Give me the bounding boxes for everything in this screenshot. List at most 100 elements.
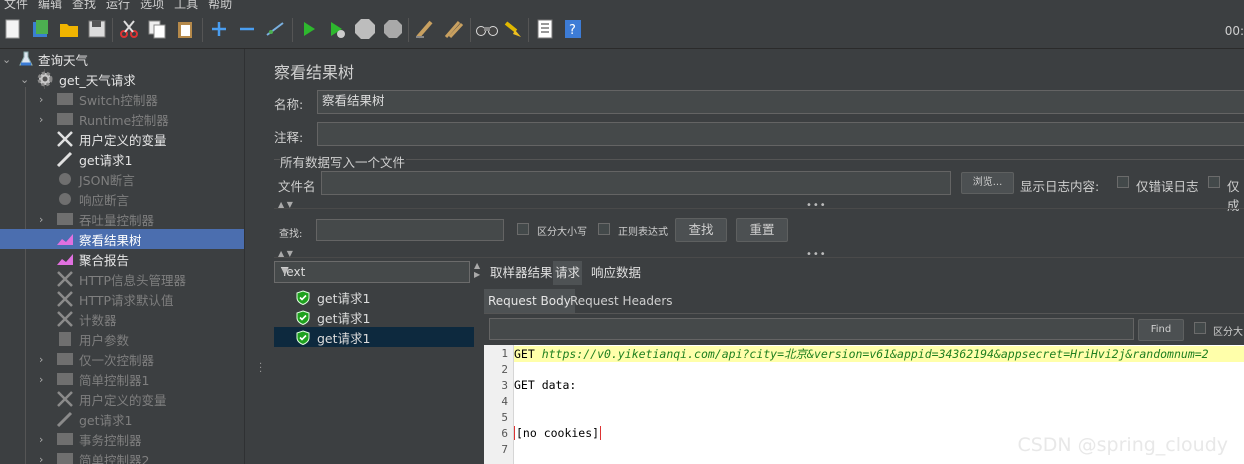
menu-edit[interactable]: 编辑 xyxy=(38,0,62,10)
success-only-checkbox[interactable] xyxy=(1208,176,1220,188)
help-icon[interactable]: ? xyxy=(562,18,584,40)
filename-field[interactable] xyxy=(321,171,951,195)
tree-item-label: 用户参数 xyxy=(79,332,130,348)
regex-checkbox[interactable] xyxy=(598,223,610,235)
result-label: get请求1 xyxy=(317,310,371,326)
flask-icon xyxy=(17,50,35,68)
elapsed-time: 00: xyxy=(1224,24,1244,38)
sampler-icon xyxy=(56,150,74,168)
tree-item-view-results-tree[interactable]: 察看结果树 xyxy=(0,229,244,249)
divider-grip[interactable]: ••• xyxy=(806,200,827,211)
subtab-request-headers[interactable]: Request Headers xyxy=(566,289,677,313)
renderer-select[interactable]: Text ▼ xyxy=(274,261,470,283)
open-icon[interactable] xyxy=(58,18,80,40)
tree-item-user-variables-2[interactable]: 用户定义的变量 xyxy=(0,389,244,409)
filename-label: 文件名 xyxy=(278,179,316,194)
stop-icon[interactable] xyxy=(354,18,376,40)
browse-button[interactable]: 浏览... xyxy=(961,172,1014,194)
copy-icon[interactable] xyxy=(146,18,168,40)
tree-item-runtime-controller[interactable]: › Runtime控制器 xyxy=(0,109,244,129)
shutdown-icon[interactable] xyxy=(382,18,404,40)
errors-only-label: 仅错误日志 xyxy=(1136,179,1199,194)
tree-item-http-defaults[interactable]: HTTP请求默认值 xyxy=(0,289,244,309)
menu-search[interactable]: 查找 xyxy=(72,0,96,10)
find-button[interactable]: 查找 xyxy=(675,218,727,242)
save-icon[interactable] xyxy=(86,18,108,40)
tab-request[interactable]: 请求 xyxy=(553,261,583,285)
function-helper-icon[interactable] xyxy=(534,18,556,40)
start-icon[interactable] xyxy=(298,18,320,40)
line-number: 1 xyxy=(501,347,508,360)
name-label: 名称: xyxy=(274,97,304,112)
chevron-down-icon: ▼ xyxy=(281,266,289,277)
tree-item-transaction-controller[interactable]: › 事务控制器 xyxy=(0,429,244,449)
find-case-checkbox[interactable] xyxy=(1194,322,1206,334)
success-shield-icon xyxy=(296,290,310,305)
tree-item-label: 事务控制器 xyxy=(79,432,142,448)
tree-item-simple-controller-2[interactable]: › 简单控制器2 xyxy=(0,449,244,464)
menu-options[interactable]: 选项 xyxy=(140,0,164,10)
menu-run[interactable]: 运行 xyxy=(106,0,130,10)
tree-item-header-manager[interactable]: HTTP信息头管理器 xyxy=(0,269,244,289)
menu-help[interactable]: 帮助 xyxy=(208,0,232,10)
results-list-pane: Text ▼ get请求1 get请求1 get请求1 xyxy=(274,261,474,464)
add-icon[interactable] xyxy=(208,18,230,40)
controller-icon xyxy=(56,90,74,108)
wrench-icon xyxy=(56,290,74,308)
menu-tools[interactable]: 工具 xyxy=(174,0,198,10)
tree-item-once-only-controller[interactable]: › 仅一次控制器 xyxy=(0,349,244,369)
tab-sampler-result[interactable]: 取样器结果 xyxy=(488,261,555,285)
divider-grip-2[interactable]: ••• xyxy=(806,249,827,260)
tree-item-aggregate-report[interactable]: 聚合报告 xyxy=(0,249,244,269)
tab-response-data[interactable]: 响应数据 xyxy=(589,261,643,285)
tree-item-thread-group[interactable]: ⌄ get_天气请求 xyxy=(0,69,244,89)
errors-only-checkbox[interactable] xyxy=(1117,176,1129,188)
tree-item-label: 计数器 xyxy=(79,312,117,328)
find-text-field[interactable] xyxy=(489,318,1134,340)
tree-item-counter[interactable]: 计数器 xyxy=(0,309,244,329)
result-item[interactable]: get请求1 xyxy=(274,307,474,327)
tree-item-get-request[interactable]: get请求1 xyxy=(0,149,244,169)
tree-item-response-assertion[interactable]: 响应断言 xyxy=(0,189,244,209)
result-item[interactable]: get请求1 xyxy=(274,287,474,307)
start-no-pause-icon[interactable] xyxy=(326,18,348,40)
tree-item-user-parameters[interactable]: 用户参数 xyxy=(0,329,244,349)
tree-item-label: get请求1 xyxy=(79,152,133,168)
name-field[interactable]: 察看结果树 xyxy=(317,90,1244,114)
search-field[interactable] xyxy=(316,219,504,241)
clear-icon[interactable] xyxy=(414,18,436,40)
toggle-icon[interactable] xyxy=(264,18,286,40)
tree-item-test-plan[interactable]: ⌄ 查询天气 xyxy=(0,49,244,69)
cut-icon[interactable] xyxy=(118,18,140,40)
pane-collapse-arrows[interactable]: ▲ ▶ xyxy=(474,261,484,291)
find-text-button[interactable]: Find xyxy=(1138,319,1184,341)
tree-item-throughput-controller[interactable]: › 吞吐量控制器 xyxy=(0,209,244,229)
toolbar: ? 00: xyxy=(0,12,1244,49)
tree-item-json-assertion[interactable]: JSON断言 xyxy=(0,169,244,189)
case-sensitive-checkbox[interactable] xyxy=(517,223,529,235)
assertion-icon xyxy=(56,170,74,188)
templates-icon[interactable] xyxy=(30,18,52,40)
subtab-request-body[interactable]: Request Body xyxy=(484,289,575,313)
menu-file[interactable]: 文件 xyxy=(4,0,28,10)
http-method: GET xyxy=(514,347,542,361)
tree-item-label: 简单控制器2 xyxy=(79,452,150,464)
new-icon[interactable] xyxy=(2,18,24,40)
menu-bar: 文件 编辑 查找 运行 选项 工具 帮助 xyxy=(0,0,1244,12)
tree-item-switch-controller[interactable]: › Switch控制器 xyxy=(0,89,244,109)
comment-field[interactable] xyxy=(317,122,1244,146)
success-shield-icon xyxy=(296,310,310,325)
reset-button[interactable]: 重置 xyxy=(736,218,788,242)
view-results-tree-panel: 察看结果树 名称: 察看结果树 注释: 所有数据写入一个文件 文件名 浏览...… xyxy=(264,49,1244,464)
tree-item-user-variables[interactable]: 用户定义的变量 xyxy=(0,129,244,149)
paste-icon[interactable] xyxy=(174,18,196,40)
search-binoculars-icon[interactable] xyxy=(476,18,498,40)
controller-icon xyxy=(56,210,74,228)
result-item-selected[interactable]: get请求1 xyxy=(274,327,474,347)
remove-icon[interactable] xyxy=(236,18,258,40)
tree-item-get-request-2[interactable]: get请求1 xyxy=(0,409,244,429)
splitter-handle[interactable]: · · · xyxy=(244,49,265,464)
clear-all-icon[interactable] xyxy=(442,18,464,40)
tree-item-simple-controller-1[interactable]: › 简单控制器1 xyxy=(0,369,244,389)
broom-icon[interactable] xyxy=(502,18,524,40)
